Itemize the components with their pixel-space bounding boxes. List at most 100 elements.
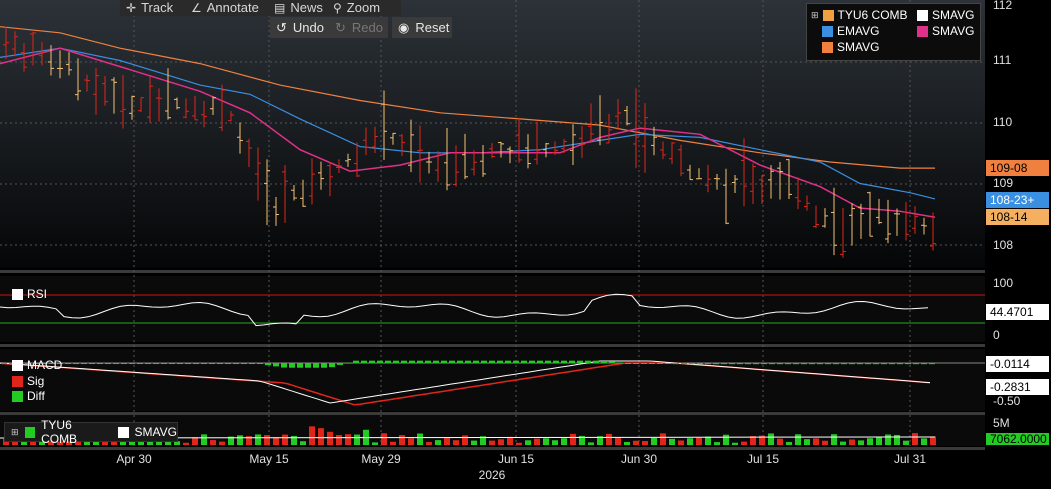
volume-legend[interactable]: ⊞ TYU6 COMB SMAVG <box>4 418 178 446</box>
diff-label: Diff <box>27 389 45 403</box>
chart-canvas[interactable] <box>0 0 1051 489</box>
diff-bar <box>225 363 231 365</box>
zoom-label: Zoom <box>346 0 381 15</box>
x-axis-label: May 15 <box>249 452 289 466</box>
diff-bar <box>913 363 919 365</box>
panel-separator <box>0 412 985 415</box>
volume-bar <box>372 442 378 445</box>
price-legend: ⊞ TYU6 COMB SMAVG EMAVG SMAVG SMAVG <box>806 3 981 61</box>
volume-bar <box>813 438 819 445</box>
news-button[interactable]: ▤ News <box>268 0 336 16</box>
diff-bar <box>489 360 495 363</box>
price-axis-label: 109 <box>993 176 1014 190</box>
zoom-button[interactable]: ⚲ Zoom <box>327 0 401 16</box>
diff-bar <box>617 362 623 364</box>
reset-icon: ◉ <box>398 20 410 35</box>
volume-bar <box>768 433 774 445</box>
x-axis-label: Apr 30 <box>116 452 152 466</box>
diff-bar <box>609 361 615 363</box>
legend-item-tyu6[interactable]: ⊞ TYU6 COMB <box>811 8 908 22</box>
diff-bar <box>561 360 567 363</box>
diff-bar <box>129 363 135 365</box>
legend-item-smavg-white[interactable]: SMAVG <box>917 8 974 22</box>
legend-item-smavg-orange[interactable]: SMAVG <box>822 40 879 54</box>
diff-bar <box>353 360 359 363</box>
diff-bar <box>905 363 911 365</box>
diff-bar <box>409 360 415 363</box>
volume-bar <box>327 431 333 445</box>
volume-bar <box>795 434 801 445</box>
diff-bar <box>777 363 783 365</box>
legend-swatch <box>917 25 928 37</box>
undo-button[interactable]: ↺ Undo <box>270 17 329 38</box>
undo-icon: ↺ <box>276 20 287 35</box>
diff-bar <box>545 360 551 363</box>
volume-bar <box>453 440 459 445</box>
volume-bar <box>426 442 432 445</box>
volume-bar <box>255 434 261 445</box>
diff-bar <box>297 363 303 368</box>
diff-bar <box>273 363 279 367</box>
volume-bar <box>705 436 711 445</box>
reset-button[interactable]: ◉ Reset <box>392 17 452 38</box>
volume-bar <box>606 433 612 445</box>
diff-bar <box>137 363 143 365</box>
macd-legend[interactable]: MACD <box>12 358 62 372</box>
diff-bar <box>449 360 455 363</box>
legend-swatch <box>822 41 833 53</box>
volume-avg-swatch <box>118 426 129 438</box>
volume-bar <box>903 440 909 445</box>
last-price-tag: 108-14 <box>986 209 1049 225</box>
legend-label: SMAVG <box>932 24 975 38</box>
volume-bar <box>678 440 684 445</box>
diff-bar <box>113 363 119 365</box>
volume-bar <box>930 436 936 445</box>
diff-legend[interactable]: Diff <box>12 389 45 403</box>
legend-label: SMAVG <box>932 8 975 22</box>
volume-bar <box>687 438 693 445</box>
volume-bar <box>570 433 576 445</box>
volume-bar <box>507 436 513 445</box>
volume-bar <box>615 437 621 445</box>
undo-label: Undo <box>292 20 324 35</box>
diff-bar <box>1 363 7 365</box>
diff-bar <box>161 363 167 365</box>
volume-bar <box>696 437 702 445</box>
legend-item-smavg-pink[interactable]: SMAVG <box>917 24 974 38</box>
diff-bar <box>737 363 743 365</box>
macd-label: MACD <box>27 358 63 372</box>
annotate-button[interactable]: ∠ Annotate <box>185 0 277 16</box>
price-axis-label: 110 <box>993 115 1013 129</box>
volume-bar <box>273 437 279 445</box>
diff-bar <box>825 363 831 365</box>
x-axis-label: Jul 31 <box>893 452 927 466</box>
diff-bar <box>785 363 791 365</box>
volume-bar <box>489 440 495 445</box>
diff-bar <box>569 360 575 363</box>
diff-bar <box>145 363 151 365</box>
diff-bar <box>625 363 631 364</box>
diff-bar <box>209 363 215 365</box>
price-axis-label: 111 <box>993 53 1012 67</box>
news-icon: ▤ <box>274 1 286 15</box>
x-axis-label: Jun 15 <box>497 452 535 466</box>
diff-bar <box>73 363 79 365</box>
redo-button[interactable]: ↻ Redo <box>329 17 388 38</box>
legend-label: TYU6 COMB <box>837 8 908 22</box>
macd-axis-label: -0.50 <box>993 394 1021 408</box>
smavg-price-tag: 109-08 <box>986 160 1049 176</box>
volume-bar <box>516 442 522 445</box>
diff-bar <box>513 360 519 363</box>
legend-item-emavg[interactable]: EMAVG <box>822 24 879 38</box>
diff-bar <box>425 360 431 363</box>
volume-bar <box>804 439 810 445</box>
diff-bar <box>369 360 375 363</box>
track-button[interactable]: ✛ Track <box>120 0 194 16</box>
rsi-legend[interactable]: RSI <box>12 287 47 301</box>
diff-bar <box>169 363 175 365</box>
diff-bar <box>761 363 767 365</box>
sig-legend[interactable]: Sig <box>12 374 44 388</box>
diff-bar <box>177 363 183 365</box>
volume-avg-label: SMAVG <box>134 425 177 439</box>
diff-bar <box>313 363 319 368</box>
